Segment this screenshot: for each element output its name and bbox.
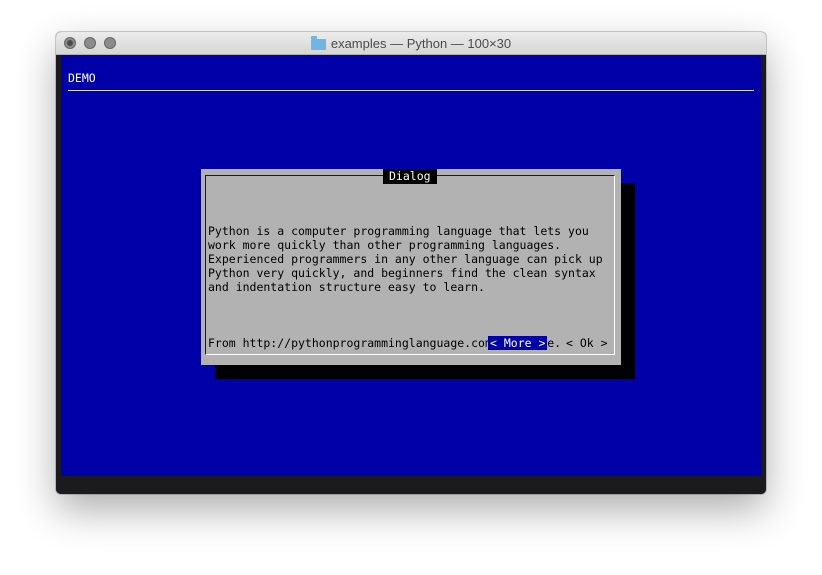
folder-icon — [310, 35, 326, 50]
more-button[interactable]: < More > — [488, 336, 548, 350]
dialog-paragraph: Python is a computer programming languag… — [208, 224, 610, 294]
title-bar[interactable]: examples — Python — 100×30 — [56, 32, 766, 55]
terminal-screen[interactable]: DEMO Dialog Python is a computer program… — [61, 55, 761, 476]
window-bottom-strip — [56, 476, 766, 494]
dialog-message: Python is a computer programming languag… — [208, 196, 613, 378]
ok-button[interactable]: < Ok > — [564, 336, 610, 350]
window-title: examples — Python — 100×30 — [330, 35, 512, 51]
backtitle-divider — [68, 90, 754, 91]
dialog-title: Dialog — [383, 169, 437, 184]
terminal-window: examples — Python — 100×30 DEMO Dialog P… — [56, 32, 766, 494]
dialog-paragraph: From http://pythonprogramminglanguage.co… — [208, 336, 562, 350]
dialog-box: Dialog Python is a computer programming … — [201, 169, 621, 365]
title-wrap: examples — Python — 100×30 — [56, 32, 766, 54]
backtitle: DEMO — [68, 71, 96, 85]
